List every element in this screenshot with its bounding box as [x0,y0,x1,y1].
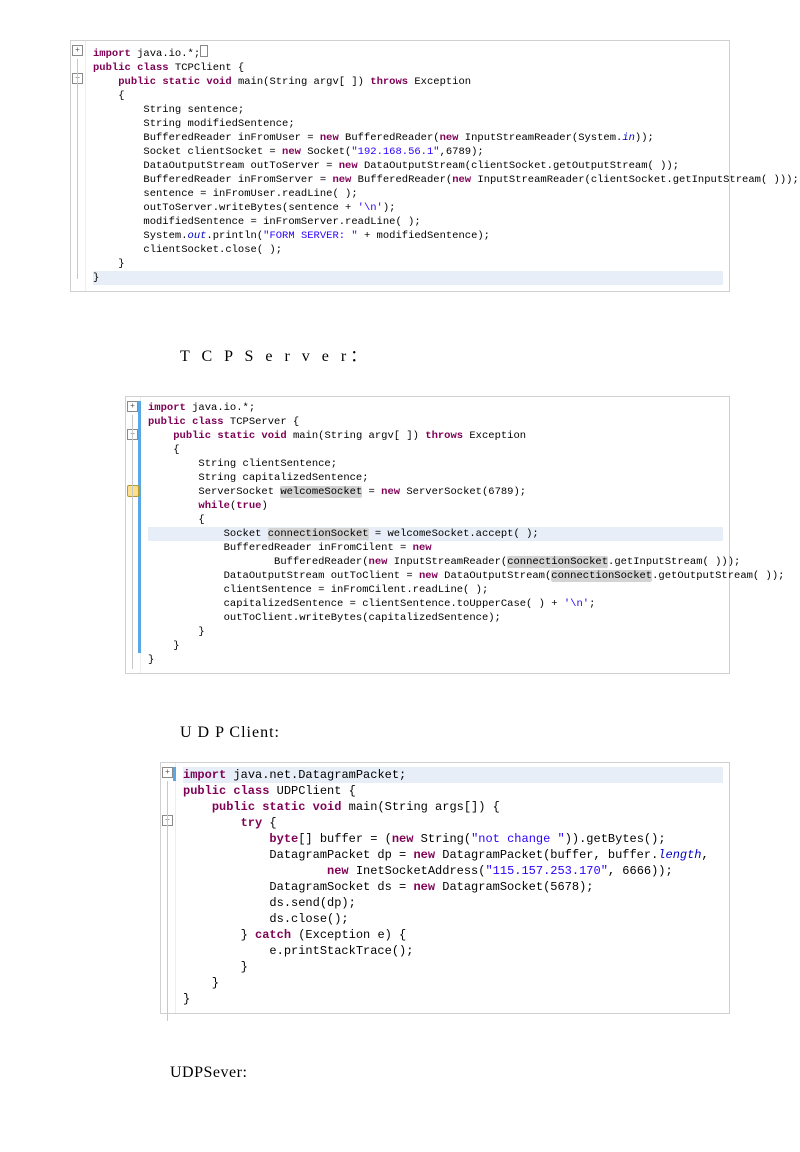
code-line: } [183,975,723,991]
heading-tcpserver: T C P S e r v e r： [180,342,730,366]
code-line: public class TCPServer { [148,415,723,429]
gutter: + − [161,763,176,1013]
fold-plus-icon[interactable]: + [72,45,83,56]
code-line: e.printStackTrace(); [183,943,723,959]
code-line: outToServer.writeBytes(sentence + '\n'); [93,201,723,215]
code-line: String clientSentence; [148,457,723,471]
code-line: } [93,257,723,271]
code-line: System.out.println("FORM SERVER: " + mod… [93,229,723,243]
code-panel-tcpclient: + − import java.io.*;public class TCPCli… [70,40,730,292]
code-line: capitalizedSentence = clientSentence.toU… [148,597,723,611]
code-panel-tcpserver: + − import java.io.*;public class TCPSer… [125,396,730,674]
code-line: modifiedSentence = inFromServer.readLine… [93,215,723,229]
code-line: sentence = inFromUser.readLine( ); [93,187,723,201]
code-line: BufferedReader inFromUser = new Buffered… [93,131,723,145]
code-line: new InetSocketAddress("115.157.253.170",… [183,863,723,879]
code-line: { [93,89,723,103]
code-line: public class UDPClient { [183,783,723,799]
code-line: } [148,653,723,667]
code-line: ds.send(dp); [183,895,723,911]
code-panel-udpclient: + − import java.net.DatagramPacket;publi… [160,762,730,1014]
fold-plus-icon[interactable]: + [127,401,138,412]
code-line: } [183,959,723,975]
code-line: while(true) [148,499,723,513]
code-line: byte[] buffer = (new String("not change … [183,831,723,847]
heading-udpclient: U D P Client: [180,724,730,742]
code-line: Socket connectionSocket = welcomeSocket.… [148,527,723,541]
code-line: public class TCPClient { [93,61,723,75]
code-line: ds.close(); [183,911,723,927]
code-block-3: import java.net.DatagramPacket;public cl… [161,763,729,1013]
code-line: String modifiedSentence; [93,117,723,131]
code-line: DataOutputStream outToClient = new DataO… [148,569,723,583]
code-line: { [148,513,723,527]
code-line: try { [183,815,723,831]
code-line: import java.net.DatagramPacket; [183,767,723,783]
code-line: } [183,991,723,1007]
code-line: import java.io.*; [93,45,723,61]
heading-udpserver: UDPSever: [170,1064,730,1082]
gutter: + − [126,397,141,673]
code-line: String capitalizedSentence; [148,471,723,485]
code-line: { [148,443,723,457]
code-line: BufferedReader(new InputStreamReader(con… [148,555,723,569]
code-line: DatagramSocket ds = new DatagramSocket(5… [183,879,723,895]
code-line: } [148,639,723,653]
warning-icon [127,485,139,497]
fold-plus-icon[interactable]: + [162,767,173,778]
code-block-2: import java.io.*;public class TCPServer … [126,397,729,673]
code-line: import java.io.*; [148,401,723,415]
code-line: } [148,625,723,639]
code-line: String sentence; [93,103,723,117]
code-line: BufferedReader inFromCilent = new [148,541,723,555]
code-line: outToClient.writeBytes(capitalizedSenten… [148,611,723,625]
collapsed-fold-box [200,45,208,57]
code-line: DatagramPacket dp = new DatagramPacket(b… [183,847,723,863]
code-line: public static void main(String argv[ ]) … [93,75,723,89]
code-line: public static void main(String args[]) { [183,799,723,815]
document-page: + − import java.io.*;public class TCPCli… [0,0,800,1152]
code-line: BufferedReader inFromServer = new Buffer… [93,173,723,187]
code-line: clientSocket.close( ); [93,243,723,257]
code-line: Socket clientSocket = new Socket("192.16… [93,145,723,159]
code-line: public static void main(String argv[ ]) … [148,429,723,443]
code-line: ServerSocket welcomeSocket = new ServerS… [148,485,723,499]
gutter: + − [71,41,86,291]
code-line: DataOutputStream outToServer = new DataO… [93,159,723,173]
code-line: } catch (Exception e) { [183,927,723,943]
code-line: } [93,271,723,285]
code-block-1: import java.io.*;public class TCPClient … [71,41,729,291]
code-line: clientSentence = inFromCilent.readLine( … [148,583,723,597]
